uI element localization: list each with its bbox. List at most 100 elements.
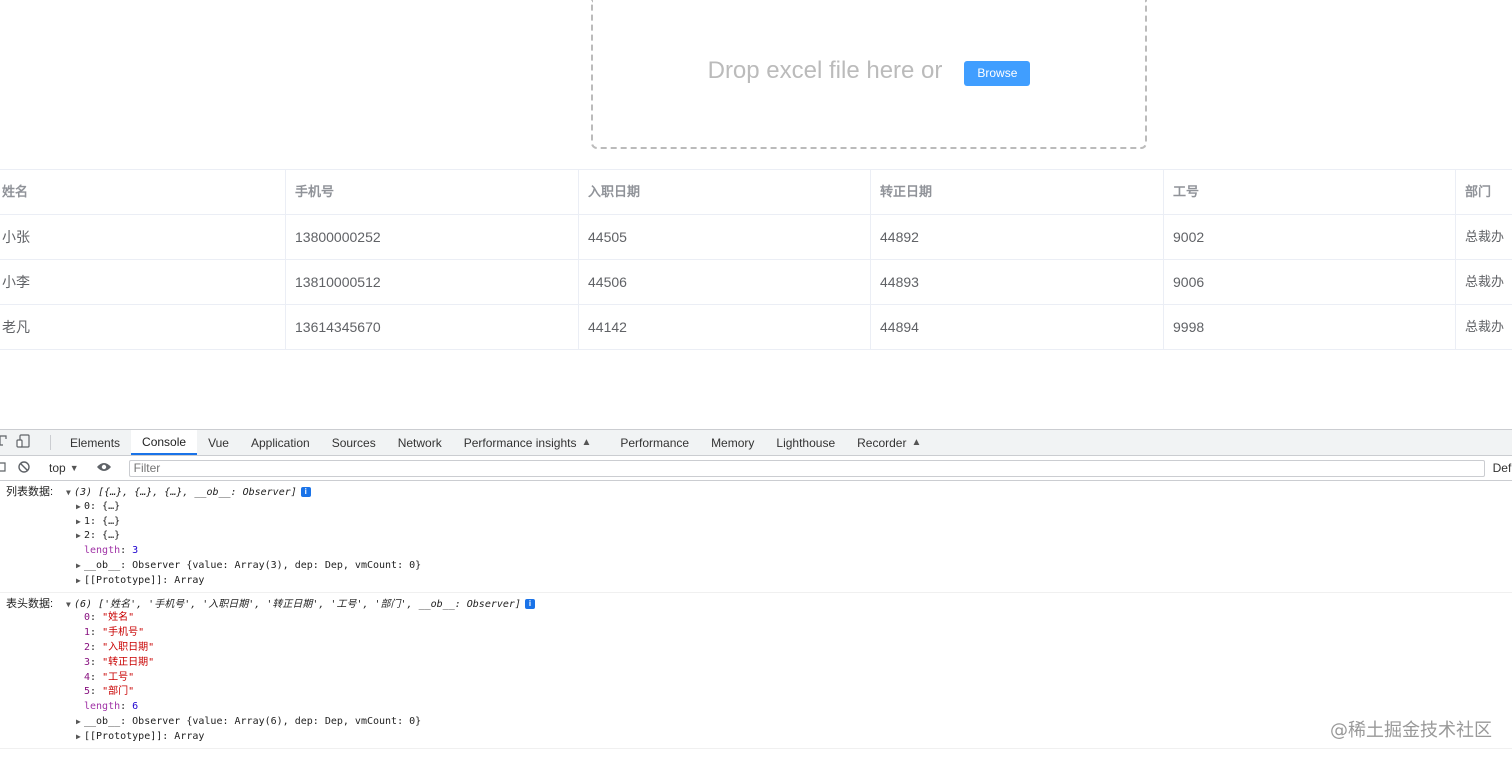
table-cell: 9002 xyxy=(1164,215,1456,259)
table-header-cell: 部门 xyxy=(1465,184,1492,199)
expand-right-icon: ▶ xyxy=(76,516,81,526)
tab-label: Lighthouse xyxy=(776,435,836,450)
sidebar-icon[interactable] xyxy=(0,461,6,476)
tab-elements[interactable]: Elements xyxy=(59,430,131,455)
table-cell: 44894 xyxy=(871,305,1164,349)
string-value: "手机号" xyxy=(102,627,145,639)
string-value: "入职日期" xyxy=(102,641,155,653)
console-filter-input[interactable] xyxy=(128,459,1485,477)
tree-item: 5: "部门" xyxy=(84,686,135,698)
tree-item[interactable]: ▶ __ob__: Observer {value: Array(6), dep:… xyxy=(0,715,1512,730)
string-value: "姓名" xyxy=(102,612,135,624)
expand-right-icon: ▶ xyxy=(76,731,81,741)
live-expression-icon[interactable] xyxy=(96,461,112,475)
table-cell: 13810000512 xyxy=(286,260,579,304)
info-icon[interactable]: i xyxy=(524,598,535,609)
console-toolbar: top ▼ Def xyxy=(0,456,1512,481)
tab-label: Network xyxy=(397,435,442,450)
table-cell: 总裁办 xyxy=(1465,274,1505,289)
table-cell: 44893 xyxy=(871,260,1164,304)
table-cell: 9998 xyxy=(1164,305,1456,349)
tree-item[interactable]: ▶ [[Prototype]]: Array xyxy=(0,574,1512,589)
index-key: 5 xyxy=(84,686,91,698)
tab-label: Elements xyxy=(70,435,121,450)
tree-item-text: __ob__: Observer {value: Array(6), dep: … xyxy=(84,715,422,727)
log-levels-dropdown[interactable]: Def xyxy=(1493,461,1512,475)
log-label: 表头数据: xyxy=(6,597,54,610)
tree-item: length: 3 xyxy=(84,545,139,557)
context-value: top xyxy=(49,461,66,475)
tab-label: Sources xyxy=(331,435,376,450)
table-header-row: 姓名 手机号 入职日期 转正日期 工号 部门 xyxy=(0,170,1512,215)
drop-zone-text: Drop excel file here or xyxy=(707,56,943,84)
experiment-icon: ▲ xyxy=(911,437,922,448)
table-header-cell: 转正日期 xyxy=(871,170,1164,214)
info-icon[interactable]: i xyxy=(300,487,311,497)
dropdown-arrow-icon: ▼ xyxy=(69,463,79,473)
log-label: 列表数据: xyxy=(6,486,54,498)
tab-memory[interactable]: Memory xyxy=(700,430,765,455)
browse-button[interactable]: Browse xyxy=(964,61,1031,86)
index-key: 3 xyxy=(84,656,91,668)
log-header[interactable]: 表头数据: ▼ (6) ['姓名', '手机号', '入职日期', '转正日期', … xyxy=(0,597,1512,612)
log-summary: (3) [{…}, {…}, {…}, __ob__: Observer] xyxy=(74,487,297,498)
tree-item[interactable]: ▶ 0: {…} xyxy=(0,500,1512,515)
tree-item[interactable]: ▶ __ob__: Observer {value: Array(3), dep:… xyxy=(0,559,1512,574)
log-header[interactable]: 列表数据: ▼ (3) [{…}, {…}, {…}, __ob__: Observ… xyxy=(0,485,1512,500)
string-value: "部门" xyxy=(102,686,135,698)
tab-label: Application xyxy=(250,435,310,450)
context-selector[interactable]: top ▼ xyxy=(49,461,79,475)
tree-item: 2: "入职日期" xyxy=(84,641,155,653)
tab-application[interactable]: Application xyxy=(240,430,321,455)
expand-right-icon: ▶ xyxy=(76,575,81,585)
console-log-entry: 表头数据: ▼ (6) ['姓名', '手机号', '入职日期', '转正日期', … xyxy=(0,593,1512,749)
tab-vue[interactable]: Vue xyxy=(197,430,240,455)
tree-item[interactable]: ▶ 1: {…} xyxy=(0,515,1512,530)
table-header-cell: 姓名 xyxy=(0,170,286,214)
length-key: length xyxy=(84,701,121,713)
tab-performance-insights[interactable]: Performance insights ▲ xyxy=(453,430,610,455)
expand-down-icon[interactable]: ▼ xyxy=(66,598,74,613)
console-log-entry: 列表数据: ▼ (3) [{…}, {…}, {…}, __ob__: Observ… xyxy=(0,481,1512,593)
tab-console[interactable]: Console xyxy=(131,430,198,455)
tree-item[interactable]: ▶ 2: {…} xyxy=(0,529,1512,544)
table-cell: 总裁办 xyxy=(1465,319,1505,334)
table-header-cell: 入职日期 xyxy=(579,170,871,214)
table-cell: 13614345670 xyxy=(286,305,579,349)
index-key: 0 xyxy=(84,612,91,624)
excel-drop-zone[interactable]: Drop excel file here or Browse xyxy=(591,0,1147,149)
index-key: 2 xyxy=(84,641,91,653)
tab-lighthouse[interactable]: Lighthouse xyxy=(765,430,846,455)
tab-performance[interactable]: Performance xyxy=(609,430,700,455)
expand-right-icon: ▶ xyxy=(76,716,81,726)
experiment-icon: ▲ xyxy=(581,437,592,448)
tab-label: Memory xyxy=(711,435,755,450)
tab-label: Vue xyxy=(208,435,229,450)
device-toolbar-icon[interactable] xyxy=(16,434,30,451)
tree-item-text: __ob__: Observer {value: Array(3), dep: … xyxy=(84,559,422,571)
table-row: 小李 13810000512 44506 44893 9006 总裁办 xyxy=(0,260,1512,305)
clear-console-icon[interactable] xyxy=(18,460,30,476)
devtools-panel: Elements Console Vue Application Sources… xyxy=(0,429,1512,763)
table-cell: 44142 xyxy=(579,305,871,349)
tab-recorder[interactable]: Recorder ▲ xyxy=(846,430,932,455)
inspect-icon[interactable] xyxy=(0,434,8,451)
expand-down-icon[interactable]: ▼ xyxy=(66,486,74,501)
tab-label: Console xyxy=(142,434,187,449)
tree-item-text: [[Prototype]]: Array xyxy=(84,730,205,742)
expand-right-icon: ▶ xyxy=(76,560,81,570)
length-value: 3 xyxy=(132,545,139,557)
tab-sources[interactable]: Sources xyxy=(321,430,387,455)
length-key: length xyxy=(84,545,121,557)
tree-item-text: 1: {…} xyxy=(84,515,121,527)
tab-network[interactable]: Network xyxy=(387,430,453,455)
log-summary: (6) ['姓名', '手机号', '入职日期', '转正日期', '工号', … xyxy=(74,598,521,610)
table-header-cell: 工号 xyxy=(1164,170,1456,214)
table-cell: 小张 xyxy=(0,215,286,259)
table-cell: 总裁办 xyxy=(1465,229,1505,244)
devtools-tab-bar: Elements Console Vue Application Sources… xyxy=(0,430,1512,456)
tree-item: 4: "工号" xyxy=(84,671,135,683)
string-value: "转正日期" xyxy=(102,656,155,668)
tree-item[interactable]: ▶ [[Prototype]]: Array xyxy=(0,730,1512,745)
console-output: 列表数据: ▼ (3) [{…}, {…}, {…}, __ob__: Observ… xyxy=(0,481,1512,749)
